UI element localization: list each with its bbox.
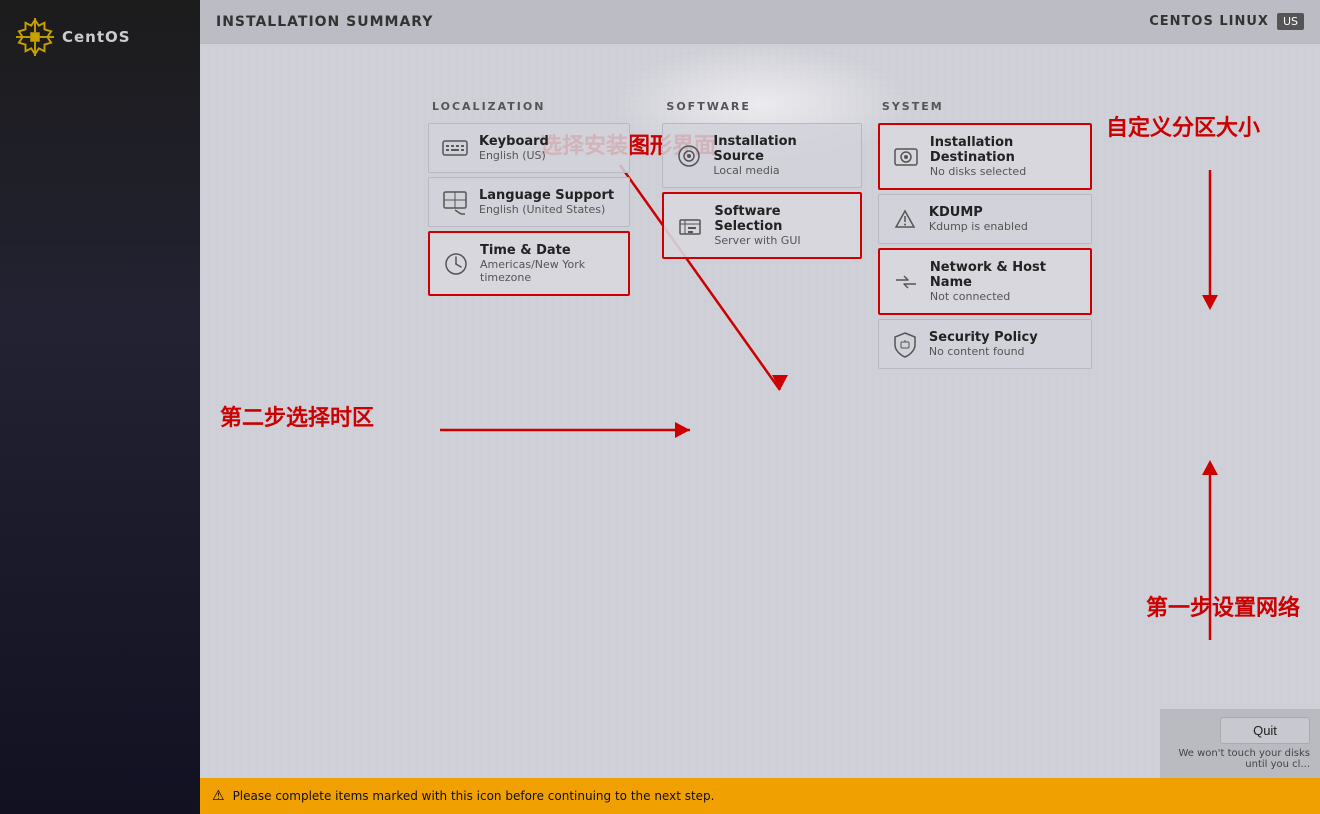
kdump-icon (891, 205, 919, 233)
language-support-icon (441, 188, 469, 216)
language-support-tile[interactable]: Language Support English (United States) (428, 177, 630, 227)
time-date-text: Time & Date Americas/New York timezone (480, 243, 616, 284)
installation-destination-title: Installation Destination (930, 135, 1078, 165)
localization-header: LOCALIZATION (428, 100, 630, 113)
topbar: INSTALLATION SUMMARY CENTOS LINUX US (200, 0, 1320, 44)
software-selection-icon (676, 212, 704, 240)
bottombar-text: Please complete items marked with this i… (233, 789, 715, 803)
sections-container: LOCALIZATION Keyboard (428, 100, 1092, 369)
security-policy-text: Security Policy No content found (929, 330, 1038, 358)
installation-destination-subtitle: No disks selected (930, 165, 1078, 178)
language-badge: US (1277, 13, 1304, 30)
software-selection-title: Software Selection (714, 204, 848, 234)
sidebar: CentOS (0, 0, 200, 814)
kdump-subtitle: Kdump is enabled (929, 220, 1028, 233)
installation-source-text: Installation Source Local media (713, 134, 849, 177)
kdump-text: KDUMP Kdump is enabled (929, 205, 1028, 233)
quit-area: Quit We won't touch your disks until you… (1160, 709, 1320, 778)
installation-source-tile[interactable]: Installation Source Local media (662, 123, 862, 188)
installation-source-icon (675, 142, 703, 170)
language-support-subtitle: English (United States) (479, 203, 614, 216)
security-policy-icon (891, 330, 919, 358)
centos-logo: CentOS (0, 0, 200, 74)
network-host-name-tile[interactable]: Network & Host Name Not connected (878, 248, 1092, 315)
kdump-tile[interactable]: KDUMP Kdump is enabled (878, 194, 1092, 244)
security-policy-tile[interactable]: Security Policy No content found (878, 319, 1092, 369)
installation-source-subtitle: Local media (713, 164, 849, 177)
network-host-name-icon (892, 268, 920, 296)
software-section: SOFTWARE Installation Source Local media (662, 100, 846, 259)
main-content: INSTALLATION SUMMARY CENTOS LINUX US 选择安… (200, 0, 1320, 814)
keyboard-subtitle: English (US) (479, 149, 549, 162)
software-header: SOFTWARE (662, 100, 846, 113)
centos-logo-text: CentOS (62, 28, 131, 46)
time-date-tile[interactable]: Time & Date Americas/New York timezone (428, 231, 630, 296)
warning-icon: ⚠ (212, 788, 225, 804)
time-date-title: Time & Date (480, 243, 616, 258)
software-selection-text: Software Selection Server with GUI (714, 204, 848, 247)
keyboard-icon (441, 134, 469, 162)
software-selection-tile[interactable]: Software Selection Server with GUI (662, 192, 862, 259)
security-policy-title: Security Policy (929, 330, 1038, 345)
annotation-custom-partition: 自定义分区大小 (1106, 110, 1260, 142)
network-host-name-title: Network & Host Name (930, 260, 1078, 290)
installation-destination-text: Installation Destination No disks select… (930, 135, 1078, 178)
quit-button[interactable]: Quit (1220, 717, 1310, 744)
language-support-text: Language Support English (United States) (479, 188, 614, 216)
software-selection-subtitle: Server with GUI (714, 234, 848, 247)
installation-destination-icon (892, 143, 920, 171)
annotation-setup-network: 第一步设置网络 (1146, 590, 1300, 622)
centos-linux-label: CENTOS LINUX (1149, 14, 1269, 29)
bottombar: ⚠ Please complete items marked with this… (200, 778, 1320, 814)
keyboard-text: Keyboard English (US) (479, 134, 549, 162)
installation-source-title: Installation Source (713, 134, 849, 164)
time-date-subtitle: Americas/New York timezone (480, 258, 616, 284)
keyboard-title: Keyboard (479, 134, 549, 149)
topbar-right: CENTOS LINUX US (1149, 13, 1304, 30)
network-host-name-text: Network & Host Name Not connected (930, 260, 1078, 303)
kdump-title: KDUMP (929, 205, 1028, 220)
network-host-name-subtitle: Not connected (930, 290, 1078, 303)
system-header: SYSTEM (878, 100, 1092, 113)
installation-destination-tile[interactable]: Installation Destination No disks select… (878, 123, 1092, 190)
system-section: SYSTEM Installation Destination No disks… (878, 100, 1092, 369)
localization-section: LOCALIZATION Keyboard (428, 100, 630, 296)
centos-logo-icon (16, 18, 54, 56)
language-support-title: Language Support (479, 188, 614, 203)
quit-note: We won't touch your disks until you cl..… (1170, 748, 1310, 770)
keyboard-tile[interactable]: Keyboard English (US) (428, 123, 630, 173)
security-policy-subtitle: No content found (929, 345, 1038, 358)
annotation-select-timezone: 第二步选择时区 (220, 400, 374, 432)
installation-title: INSTALLATION SUMMARY (216, 14, 433, 30)
time-date-icon (442, 250, 470, 278)
